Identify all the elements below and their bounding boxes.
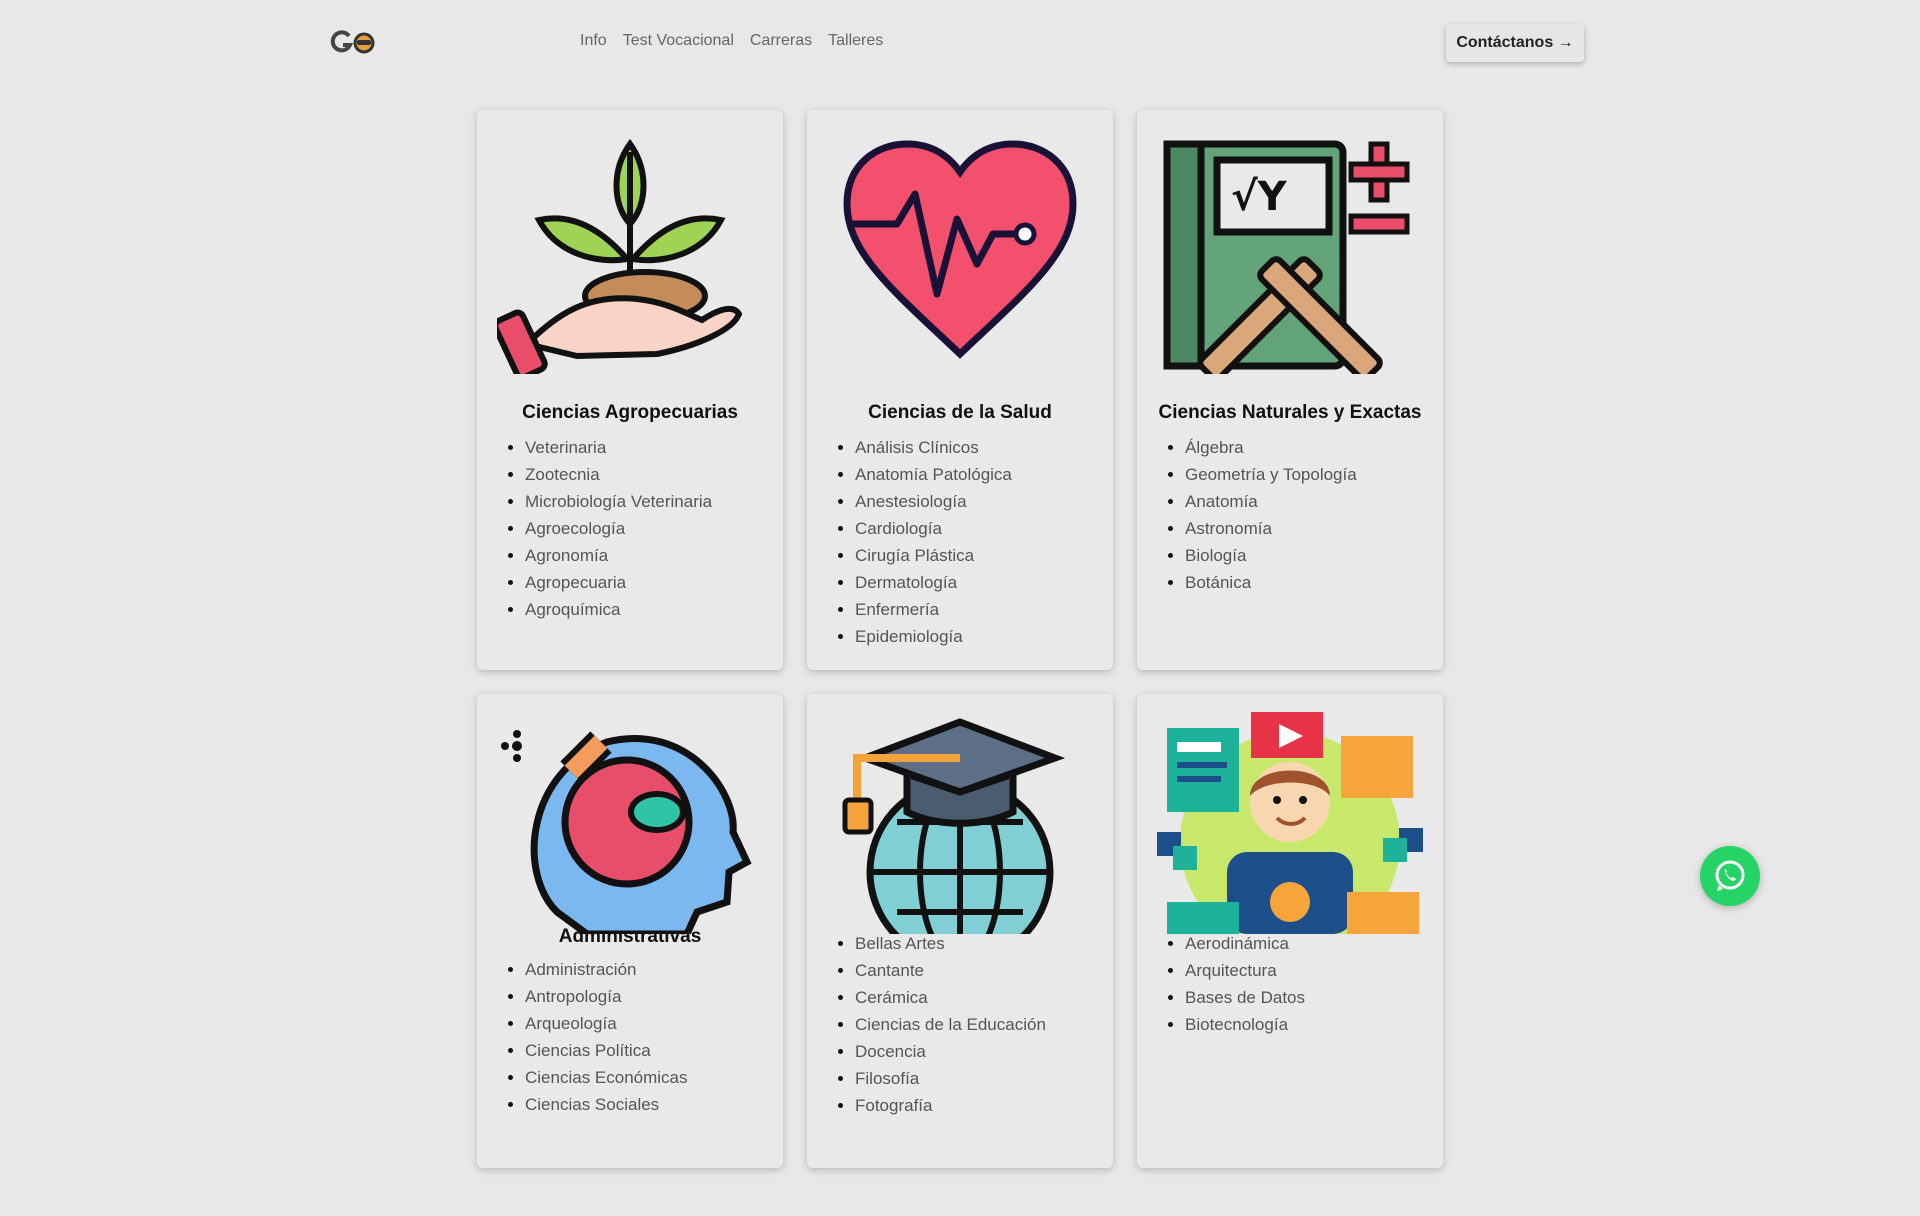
list-item[interactable]: Filosofía: [855, 1065, 1046, 1092]
list-item[interactable]: Geometría y Topología: [1185, 461, 1357, 488]
card-title: Ciencias Agropecuarias: [522, 402, 738, 423]
list-item[interactable]: Astronomía: [1185, 515, 1357, 542]
list-item[interactable]: Epidemiología: [855, 623, 1012, 650]
list-item[interactable]: Ciencias Sociales: [525, 1091, 688, 1118]
list-item[interactable]: Fotografía: [855, 1092, 1046, 1119]
list-item[interactable]: Cerámica: [855, 984, 1046, 1011]
contact-button[interactable]: Contáctanos →: [1446, 24, 1584, 62]
career-card-naturales: √Y Ciencias Naturales y Exactas Álgebra …: [1137, 110, 1443, 670]
list-item[interactable]: Zootecnia: [525, 461, 712, 488]
nav-link-test-vocacional[interactable]: Test Vocacional: [623, 32, 734, 50]
whatsapp-icon: [1715, 860, 1745, 891]
math-book-icon: √Y: [1157, 124, 1423, 374]
main-menu: Info Test Vocacional Carreras Talleres: [580, 32, 883, 50]
tech-person-icon: [1157, 712, 1423, 934]
list-item[interactable]: Cirugía Plástica: [855, 542, 1012, 569]
list-item[interactable]: Ciencias Política: [525, 1037, 688, 1064]
career-list: Veterinaria Zootecnia Microbiología Vete…: [525, 434, 712, 623]
career-card-administrativas: Administrativas Administración Antropolo…: [477, 694, 783, 1168]
list-item[interactable]: Administración: [525, 956, 688, 983]
card-title: Ciencias de la Salud: [868, 402, 1052, 423]
list-item[interactable]: Biotecnología: [1185, 1011, 1305, 1038]
list-item[interactable]: Microbiología Veterinaria: [525, 488, 712, 515]
nav-link-info[interactable]: Info: [580, 32, 607, 50]
list-item[interactable]: Ciencias de la Educación: [855, 1011, 1046, 1038]
science-head-icon: [497, 712, 763, 934]
list-item[interactable]: Anestesiología: [855, 488, 1012, 515]
list-item[interactable]: Docencia: [855, 1038, 1046, 1065]
list-item[interactable]: Aerodinámica: [1185, 930, 1305, 957]
career-card-agropecuarias: Ciencias Agropecuarias Veterinaria Zoote…: [477, 110, 783, 670]
list-item[interactable]: Análisis Clínicos: [855, 434, 1012, 461]
list-item[interactable]: Bases de Datos: [1185, 984, 1305, 1011]
list-item[interactable]: Bellas Artes: [855, 930, 1046, 957]
list-item[interactable]: Botánica: [1185, 569, 1357, 596]
nav-link-talleres[interactable]: Talleres: [828, 32, 883, 50]
career-list: Análisis Clínicos Anatomía Patológica An…: [855, 434, 1012, 650]
career-list: Bellas Artes Cantante Cerámica Ciencias …: [855, 930, 1046, 1119]
list-item[interactable]: Anatomía Patológica: [855, 461, 1012, 488]
list-item[interactable]: Arqueología: [525, 1010, 688, 1037]
card-title: Ciencias Naturales y Exactas: [1158, 402, 1422, 423]
list-item[interactable]: Cantante: [855, 957, 1046, 984]
career-card-artes-educacion: Bellas Artes Cantante Cerámica Ciencias …: [807, 694, 1113, 1168]
list-item[interactable]: Biología: [1185, 542, 1357, 569]
whatsapp-button[interactable]: [1700, 846, 1760, 906]
list-item[interactable]: Anatomía: [1185, 488, 1357, 515]
career-list: Álgebra Geometría y Topología Anatomía A…: [1185, 434, 1357, 596]
list-item[interactable]: Cardiología: [855, 515, 1012, 542]
career-card-salud: Ciencias de la Salud Análisis Clínicos A…: [807, 110, 1113, 670]
heartbeat-icon: [827, 124, 1093, 374]
graduation-globe-icon: [827, 712, 1093, 934]
career-list: Aerodinámica Arquitectura Bases de Datos…: [1185, 930, 1305, 1038]
list-item[interactable]: Agroquímica: [525, 596, 712, 623]
career-card-tecnologia: Aerodinámica Arquitectura Bases de Datos…: [1137, 694, 1443, 1168]
list-item[interactable]: Agronomía: [525, 542, 712, 569]
list-item[interactable]: Antropología: [525, 983, 688, 1010]
nav-link-carreras[interactable]: Carreras: [750, 32, 812, 50]
list-item[interactable]: Dermatología: [855, 569, 1012, 596]
list-item[interactable]: Veterinaria: [525, 434, 712, 461]
list-item[interactable]: Agropecuaria: [525, 569, 712, 596]
site-logo[interactable]: [330, 30, 376, 56]
list-item[interactable]: Arquitectura: [1185, 957, 1305, 984]
list-item[interactable]: Enfermería: [855, 596, 1012, 623]
list-item[interactable]: Ciencias Económicas: [525, 1064, 688, 1091]
list-item[interactable]: Álgebra: [1185, 434, 1357, 461]
career-list: Administración Antropología Arqueología …: [525, 956, 688, 1118]
top-navigation: Info Test Vocacional Carreras Talleres C…: [0, 0, 1920, 84]
list-item[interactable]: Agroecología: [525, 515, 712, 542]
plant-in-hand-icon: [497, 124, 763, 374]
svg-text:√Y: √Y: [1231, 174, 1288, 220]
